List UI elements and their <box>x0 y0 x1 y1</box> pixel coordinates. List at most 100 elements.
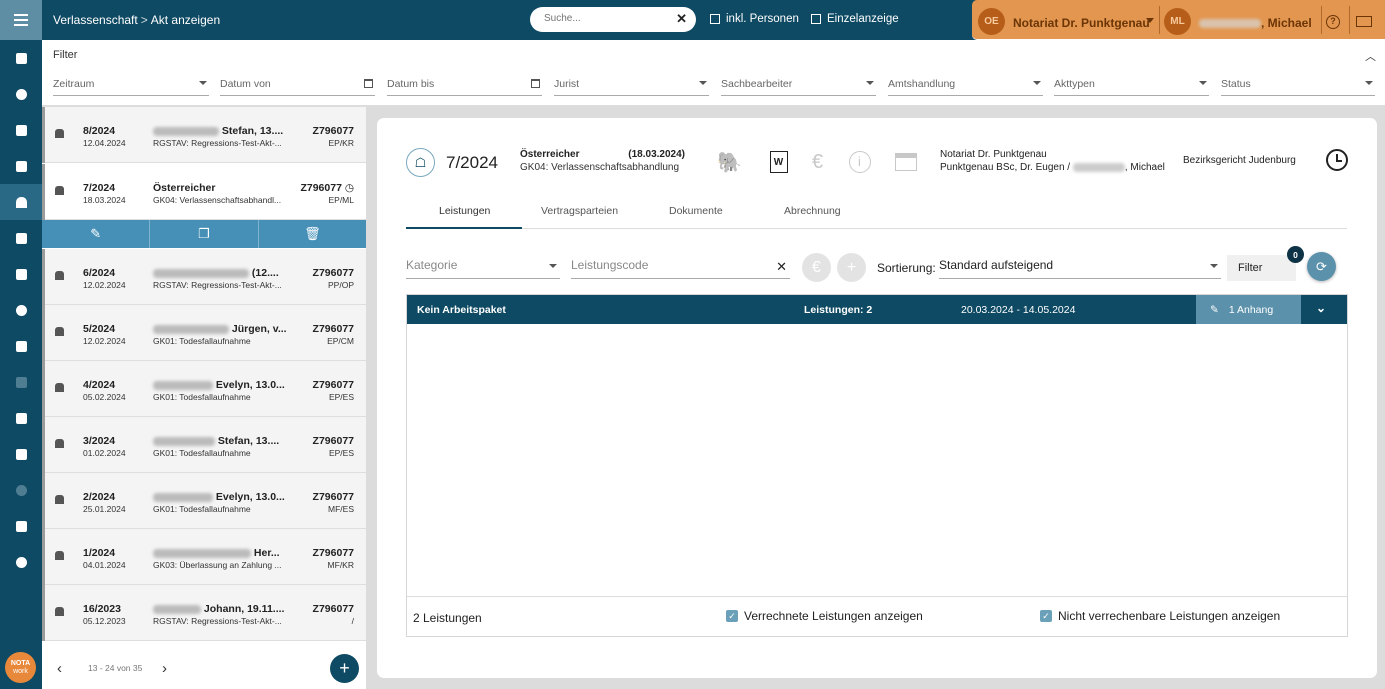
tab-abrechnung[interactable]: Abrechnung <box>784 205 841 217</box>
list-item[interactable]: 2/2024 25.01.2024 Evelyn, 13.0... GK01: T… <box>42 473 366 529</box>
list-item[interactable]: 1/2024 04.01.2024 Her... GK03: Überlassun… <box>42 529 366 585</box>
file-date: 18.03.2024 <box>83 195 126 205</box>
list-item[interactable]: 5/2024 12.02.2024 Jürgen, v... GK01: Tode… <box>42 305 366 361</box>
chevron-right-icon[interactable]: › <box>162 660 167 677</box>
org-avatar[interactable]: OE <box>978 8 1005 35</box>
dropdown-caret-icon <box>1199 81 1207 85</box>
work-package-count: Leistungen: 2 <box>804 304 873 316</box>
info-icon[interactable] <box>0 472 42 508</box>
clear-icon[interactable]: ✕ <box>776 259 787 275</box>
list-item-selected[interactable]: 7/2024 18.03.2024 Österreicher GK04: Verl… <box>42 164 366 220</box>
mail-icon[interactable] <box>1356 16 1372 27</box>
persons-checkbox[interactable]: inkl. Personen <box>710 13 799 25</box>
list-item[interactable]: 4/2024 05.02.2024 Evelyn, 13.0... GK01: T… <box>42 361 366 417</box>
filter-period-select[interactable]: Zeitraum <box>53 78 209 96</box>
file-text-icon[interactable] <box>0 400 42 436</box>
copy-icon[interactable]: ❐ <box>150 220 259 248</box>
elephant-icon[interactable]: 🐘 <box>716 149 743 175</box>
archive-icon[interactable] <box>892 149 919 175</box>
edit-icon[interactable]: ✎ <box>42 220 151 248</box>
filter-date-to[interactable]: Datum bis <box>387 78 542 96</box>
work-package-header[interactable]: Kein Arbeitspaket Leistungen: 2 20.03.20… <box>407 295 1347 324</box>
list-item[interactable]: 8/2024 12.04.2024 Stefan, 13.... RGSTAV: … <box>42 107 366 163</box>
info-icon[interactable]: i <box>846 149 873 175</box>
file-desc: RGSTAV: Regressions-Test-Akt-... <box>153 616 281 626</box>
bank-icon[interactable] <box>0 256 42 292</box>
copy-icon[interactable] <box>0 328 42 364</box>
user-menu[interactable]: , Michael <box>1199 16 1312 30</box>
divider <box>1349 6 1350 34</box>
filter-official-act-select[interactable]: Amtshandlung <box>888 78 1043 96</box>
filter-title: Filter <box>53 49 78 61</box>
dropdown-caret-icon <box>699 81 707 85</box>
filter-date-from[interactable]: Datum von <box>220 78 375 96</box>
file-code: Z796077 <box>312 267 354 279</box>
books-icon[interactable] <box>0 148 42 184</box>
clear-search-icon[interactable]: ✕ <box>676 11 687 27</box>
word-document-icon[interactable]: W <box>765 149 792 175</box>
tab-leistungen[interactable]: Leistungen <box>439 205 490 217</box>
clock-icon[interactable] <box>1326 149 1348 171</box>
check-icon[interactable]: ✓ <box>1040 610 1052 622</box>
file-number: 6/2024 <box>83 267 116 279</box>
calendar-check-icon[interactable] <box>0 40 42 76</box>
tab-dokumente[interactable]: Dokumente <box>669 205 723 217</box>
app-logo[interactable]: NOTA work <box>5 652 36 683</box>
filter-status-select[interactable]: Status <box>1221 78 1375 96</box>
document-icon[interactable] <box>0 220 42 256</box>
paperclip-icon: ✎ <box>1210 303 1219 316</box>
list-item[interactable]: 16/2023 05.12.2023 Johann, 19.11.... RGST… <box>42 585 366 641</box>
persons-checkbox-box[interactable] <box>710 14 720 24</box>
estate-icon <box>55 129 64 138</box>
calendar-icon[interactable] <box>364 79 373 88</box>
chevron-left-icon[interactable]: ‹ <box>57 660 62 677</box>
chart-icon[interactable] <box>0 508 42 544</box>
chevron-down-icon[interactable] <box>1146 18 1154 23</box>
category-select[interactable]: Kategorie <box>406 258 560 279</box>
chevron-down-icon[interactable]: ⌄ <box>1316 301 1326 315</box>
file-date: 12.04.2024 <box>83 138 126 148</box>
square-icon[interactable] <box>0 364 42 400</box>
gear-icon[interactable] <box>0 544 42 580</box>
search-input[interactable] <box>544 13 669 24</box>
estate-icon[interactable] <box>0 184 42 220</box>
filter-button[interactable]: Filter <box>1227 255 1296 281</box>
single-view-checkbox-box[interactable] <box>811 14 821 24</box>
file-code: Z796077 <box>312 435 354 447</box>
list-item[interactable]: 6/2024 12.02.2024 (12.... RGSTAV: Regress… <box>42 249 366 305</box>
non-billable-services-checkbox[interactable]: ✓ Nicht verrechenbare Leistungen anzeigen <box>1040 609 1280 623</box>
chevron-up-icon[interactable]: ︿ <box>1365 48 1376 64</box>
trash-icon[interactable]: 🗑 <box>259 220 366 248</box>
single-view-checkbox[interactable]: Einzelanzeige <box>811 13 899 25</box>
file-name-text: Stefan, 13.... <box>221 125 284 137</box>
add-service-button[interactable]: + <box>837 253 866 282</box>
org-name[interactable]: Notariat Dr. Punktgenau <box>1013 16 1150 30</box>
menu-icon[interactable] <box>0 0 42 40</box>
sort-select[interactable]: Standard aufsteigend <box>939 258 1221 279</box>
breadcrumb-root[interactable]: Verlassenschaft <box>53 13 138 27</box>
filter-file-types-select[interactable]: Akttypen <box>1054 78 1209 96</box>
filter-lawyer-select[interactable]: Jurist <box>554 78 709 96</box>
timeline-icon[interactable] <box>0 436 42 472</box>
tab-vertragsparteien[interactable]: Vertragsparteien <box>541 205 618 217</box>
euro-icon[interactable]: € <box>804 149 831 175</box>
file-name-text: (12.... <box>251 267 279 279</box>
refresh-button[interactable]: ⟳ <box>1307 252 1336 281</box>
billed-services-checkbox[interactable]: ✓ Verrechnete Leistungen anzeigen <box>726 609 923 623</box>
euro-action-button[interactable]: € <box>802 253 831 282</box>
check-icon[interactable]: ✓ <box>726 610 738 622</box>
help-icon[interactable]: ? <box>1326 15 1340 29</box>
euro-icon[interactable] <box>0 292 42 328</box>
user-avatar[interactable]: ML <box>1164 8 1191 35</box>
list-icon[interactable] <box>0 112 42 148</box>
attachments-button[interactable]: ✎ 1 Anhang <box>1196 295 1301 324</box>
calendar-icon[interactable] <box>531 79 540 88</box>
add-file-button[interactable]: + <box>330 654 359 683</box>
estate-icon <box>55 551 64 560</box>
category-placeholder: Kategorie <box>406 258 458 272</box>
filter-clerk-select[interactable]: Sachbearbeiter <box>721 78 876 96</box>
work-package-name: Kein Arbeitspaket <box>417 304 506 316</box>
list-item[interactable]: 3/2024 01.02.2024 Stefan, 13.... GK01: To… <box>42 417 366 473</box>
person-icon[interactable] <box>0 76 42 112</box>
service-code-input[interactable]: Leistungscode ✕ <box>571 258 790 279</box>
